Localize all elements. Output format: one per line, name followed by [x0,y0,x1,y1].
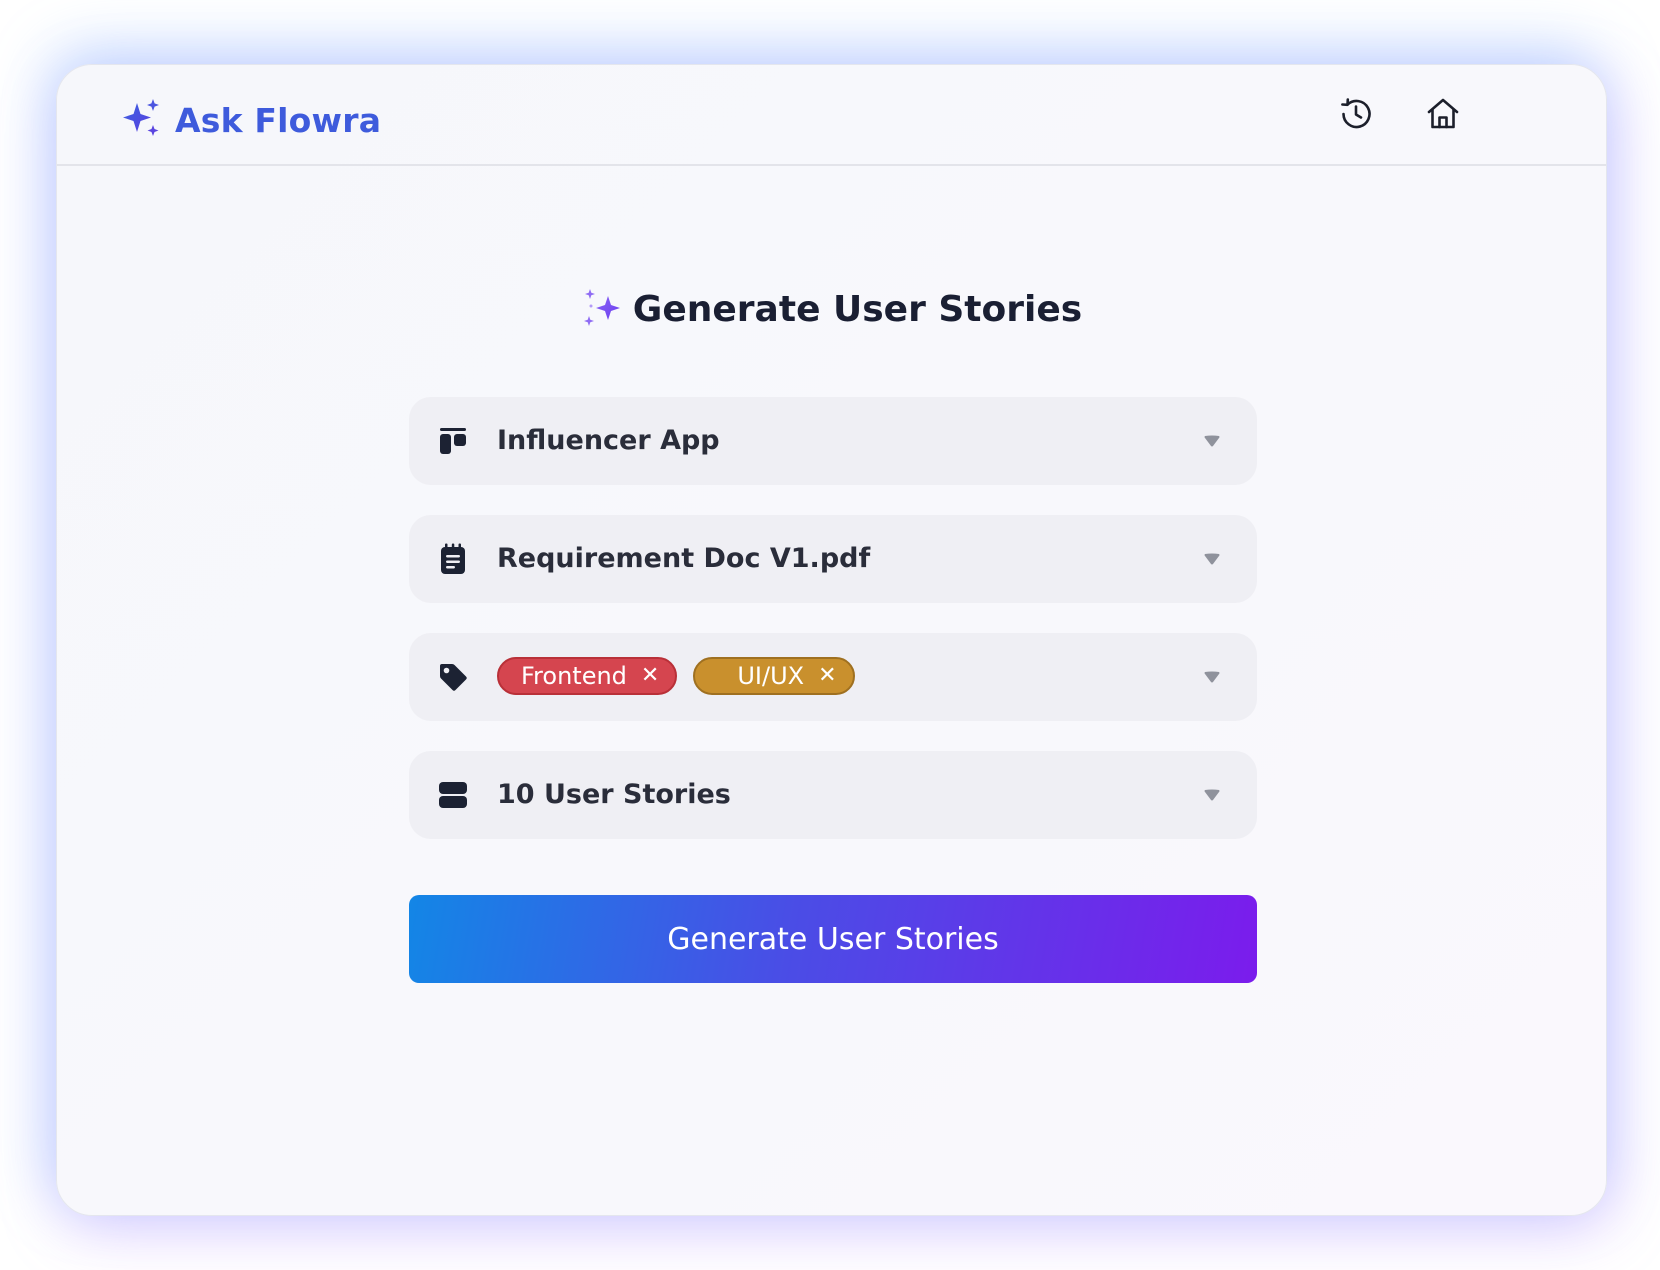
story-count-select[interactable]: 10 User Stories [409,751,1257,839]
stack-icon [437,779,469,811]
page-title: Generate User Stories [632,289,1083,330]
tag-chip-label: Frontend [521,662,627,690]
brand[interactable]: Ask Flowra [121,97,381,143]
story-count-value: 10 User Stories [497,779,731,810]
document-value: Requirement Doc V1.pdf [497,543,871,574]
tag-chips: Frontend ✕ UI/UX ✕ [497,657,855,695]
tag-chip-uiux: UI/UX ✕ [693,657,855,695]
notepad-icon [437,543,469,575]
remove-tag-icon[interactable]: ✕ [641,665,659,687]
app-card: Ask Flowra Generate User Stories Influen… [56,64,1607,1216]
page-title-row: Generate User Stories [57,287,1606,333]
tag-icon [437,661,469,693]
chevron-down-icon [1203,433,1221,449]
chevron-down-icon [1203,669,1221,685]
screen: Ask Flowra Generate User Stories Influen… [0,0,1660,1270]
brand-name: Ask Flowra [175,100,382,140]
document-select[interactable]: Requirement Doc V1.pdf [409,515,1257,603]
home-button[interactable] [1420,93,1466,139]
history-button[interactable] [1333,93,1379,139]
chevron-down-icon [1203,787,1221,803]
project-value: Influencer App [497,425,720,456]
top-bar: Ask Flowra [57,65,1606,166]
board-icon [437,425,469,457]
remove-tag-icon[interactable]: ✕ [818,665,836,687]
tag-chip-label: UI/UX [737,662,805,690]
tags-select[interactable]: Frontend ✕ UI/UX ✕ [409,633,1257,721]
generate-button[interactable]: Generate User Stories [409,895,1257,983]
home-icon [1424,95,1462,137]
sparkle-logo-icon [121,97,163,143]
sparkle-icon [581,287,623,333]
chevron-down-icon [1203,551,1221,567]
project-select[interactable]: Influencer App [409,397,1257,485]
history-icon [1337,95,1375,137]
tag-chip-frontend: Frontend ✕ [497,657,678,695]
